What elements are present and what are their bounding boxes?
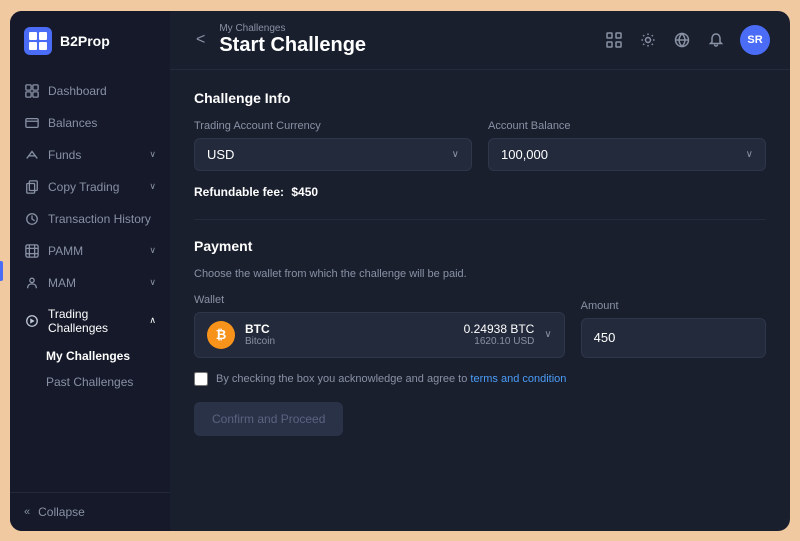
logo[interactable]: B2Prop <box>10 11 170 71</box>
challenges-icon <box>24 313 40 329</box>
sidebar-item-copy-trading[interactable]: Copy Trading ∨ <box>10 171 170 203</box>
sidebar-item-dashboard-label: Dashboard <box>48 84 107 98</box>
currency-value: USD <box>207 147 234 162</box>
challenge-info-title: Challenge Info <box>194 90 766 106</box>
currency-label: Trading Account Currency <box>194 120 472 132</box>
terms-text: By checking the box you acknowledge and … <box>216 373 566 385</box>
terms-row: By checking the box you acknowledge and … <box>194 372 766 386</box>
sidebar-item-trading-challenges[interactable]: Trading Challenges ∧ <box>10 299 170 343</box>
collapse-button[interactable]: « Collapse <box>24 505 156 519</box>
page-title: Start Challenge <box>219 34 366 57</box>
wallet-full-name: Bitcoin <box>245 336 275 347</box>
topbar: < My Challenges Start Challenge <box>170 11 790 70</box>
topbar-actions: SR <box>604 25 770 55</box>
grid-icon[interactable] <box>604 30 624 50</box>
past-challenges-label: Past Challenges <box>46 375 133 389</box>
balance-chevron-icon: ∨ <box>746 149 753 160</box>
sidebar-nav: Dashboard Balances Funds ∨ <box>10 71 170 492</box>
sidebar-item-funds-label: Funds <box>48 148 81 162</box>
sidebar-item-pamm-label: PAMM <box>48 244 83 258</box>
wallet-name: BTC <box>245 322 275 336</box>
sidebar-item-past-challenges[interactable]: Past Challenges <box>10 369 170 395</box>
settings-icon[interactable] <box>638 30 658 50</box>
copy-icon <box>24 179 40 195</box>
funds-chevron-icon: ∨ <box>149 149 156 160</box>
currency-chevron-icon: ∨ <box>452 149 459 160</box>
balances-icon <box>24 115 40 131</box>
topbar-left: < My Challenges Start Challenge <box>190 23 366 57</box>
balance-value: 100,000 <box>501 147 548 162</box>
btc-icon: ₿ <box>207 321 235 349</box>
dashboard-icon <box>24 83 40 99</box>
refundable-fee: Refundable fee: $450 <box>194 185 766 199</box>
collapse-chevron-icon: « <box>24 506 30 518</box>
sidebar-item-dashboard[interactable]: Dashboard <box>10 75 170 107</box>
sidebar-item-balances[interactable]: Balances <box>10 107 170 139</box>
payment-title: Payment <box>194 238 766 254</box>
amount-group: Amount <box>581 300 766 358</box>
wallet-amounts: 0.24938 BTC 1620.10 USD <box>464 322 535 347</box>
terms-checkbox[interactable] <box>194 372 208 386</box>
amount-input[interactable] <box>594 330 753 345</box>
wallet-label: Wallet <box>194 294 565 306</box>
history-icon <box>24 211 40 227</box>
my-challenges-label: My Challenges <box>46 349 130 363</box>
globe-icon[interactable] <box>672 30 692 50</box>
currency-balance-row: Trading Account Currency USD ∨ Account B… <box>194 120 766 171</box>
challenges-chevron-icon: ∧ <box>149 315 156 326</box>
sidebar-item-mam-label: MAM <box>48 276 76 290</box>
wallet-details: BTC Bitcoin <box>245 322 275 347</box>
copy-chevron-icon: ∨ <box>149 181 156 192</box>
logo-icon <box>24 27 52 55</box>
sidebar-item-copy-trading-label: Copy Trading <box>48 180 119 194</box>
sidebar-item-history-label: Transaction History <box>48 212 151 226</box>
wallet-select[interactable]: ₿ BTC Bitcoin 0.24938 BTC 1620.10 USD <box>194 312 565 358</box>
funds-icon <box>24 147 40 163</box>
mam-icon <box>24 275 40 291</box>
sidebar-item-transaction-history[interactable]: Transaction History <box>10 203 170 235</box>
amount-input-wrap <box>581 318 766 358</box>
wallet-amount-row: Wallet ₿ BTC Bitcoin 0.24938 BTC <box>194 294 766 358</box>
terms-link[interactable]: terms and condition <box>470 373 566 385</box>
title-group: My Challenges Start Challenge <box>219 23 366 57</box>
sidebar-item-balances-label: Balances <box>48 116 97 130</box>
bell-icon[interactable] <box>706 30 726 50</box>
refundable-label: Refundable fee: <box>194 185 284 199</box>
sidebar-item-challenges-label: Trading Challenges <box>48 307 141 335</box>
collapse-label: Collapse <box>38 505 85 519</box>
balance-select[interactable]: 100,000 ∨ <box>488 138 766 171</box>
app-container: B2Prop Dashboard Bal <box>10 11 790 531</box>
pamm-icon <box>24 243 40 259</box>
sidebar-item-funds[interactable]: Funds ∨ <box>10 139 170 171</box>
section-divider <box>194 219 766 220</box>
page-body: Challenge Info Trading Account Currency … <box>170 70 790 531</box>
mam-chevron-icon: ∨ <box>149 277 156 288</box>
usd-amount: 1620.10 USD <box>464 336 535 347</box>
main-content: < My Challenges Start Challenge <box>170 11 790 531</box>
sidebar-item-my-challenges[interactable]: My Challenges <box>10 343 170 369</box>
sidebar-item-pamm[interactable]: PAMM ∨ <box>10 235 170 267</box>
btc-amount: 0.24938 BTC <box>464 322 535 336</box>
balance-group: Account Balance 100,000 ∨ <box>488 120 766 171</box>
avatar[interactable]: SR <box>740 25 770 55</box>
breadcrumb: My Challenges <box>219 23 366 34</box>
balance-label: Account Balance <box>488 120 766 132</box>
logo-text: B2Prop <box>60 33 110 49</box>
sidebar-footer: « Collapse <box>10 492 170 531</box>
terms-label: By checking the box you acknowledge and … <box>216 373 467 385</box>
sidebar: B2Prop Dashboard Bal <box>10 11 170 531</box>
wallet-group: Wallet ₿ BTC Bitcoin 0.24938 BTC <box>194 294 565 358</box>
sidebar-item-mam[interactable]: MAM ∨ <box>10 267 170 299</box>
pamm-chevron-icon: ∨ <box>149 245 156 256</box>
payment-subtitle: Choose the wallet from which the challen… <box>194 268 766 280</box>
wallet-info: ₿ BTC Bitcoin <box>207 321 275 349</box>
wallet-chevron-icon: ∨ <box>544 329 551 340</box>
challenges-sub-nav: My Challenges Past Challenges <box>10 343 170 395</box>
amount-label: Amount <box>581 300 766 312</box>
refundable-value: $450 <box>291 185 318 199</box>
confirm-button[interactable]: Confirm and Proceed <box>194 402 343 436</box>
back-button[interactable]: < <box>190 29 211 51</box>
currency-select[interactable]: USD ∨ <box>194 138 472 171</box>
currency-group: Trading Account Currency USD ∨ <box>194 120 472 171</box>
